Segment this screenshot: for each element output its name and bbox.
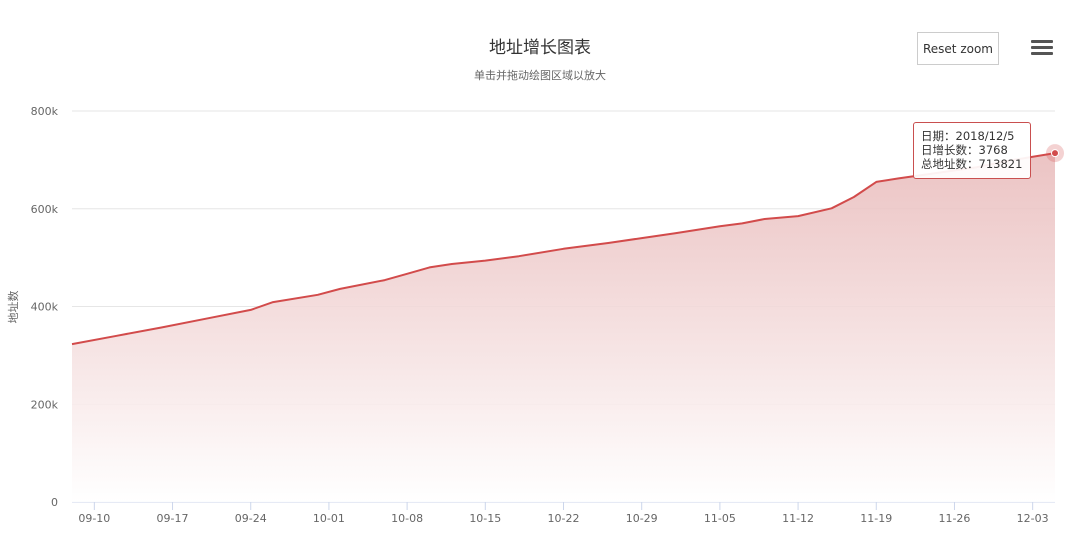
chart-container: 地址增长图表 单击并拖动绘图区域以放大 Reset zoom 0 200k 400k… (0, 0, 1080, 545)
highlighted-point[interactable] (1051, 149, 1059, 158)
y-tick-label: 400k (31, 301, 59, 314)
point-tooltip: 日期：2018/12/5 日增长数：3768 总地址数：713821 (913, 122, 1031, 179)
y-tick-label: 800k (31, 105, 59, 118)
x-tick-label: 09-10 (78, 512, 110, 525)
x-tick-label: 09-24 (235, 512, 267, 525)
x-tick-label: 11-05 (704, 512, 736, 525)
chart-svg[interactable]: 0 200k 400k 600k 800k 09-10 09-17 09-24 10-01 10-… (0, 0, 1080, 545)
x-tick-label: 12-03 (1017, 512, 1049, 525)
x-tick-label: 10-29 (626, 512, 658, 525)
tooltip-total: 总地址数：713821 (921, 157, 1023, 171)
x-tick-label: 09-17 (157, 512, 189, 525)
x-tick-label: 11-19 (860, 512, 892, 525)
tooltip-daily-growth: 日增长数：3768 (921, 143, 1008, 157)
y-tick-label: 0 (51, 496, 58, 509)
x-tick-label: 10-01 (313, 512, 345, 525)
x-tick-label: 10-22 (548, 512, 580, 525)
tooltip-date: 日期：2018/12/5 (921, 129, 1015, 143)
x-tick-label: 10-15 (469, 512, 501, 525)
y-axis-title: 地址数 (6, 291, 20, 324)
y-tick-label: 200k (31, 398, 59, 411)
x-tick-label: 11-26 (938, 512, 970, 525)
x-tick-label: 10-08 (391, 512, 423, 525)
y-tick-label: 600k (31, 203, 59, 216)
x-tick-label: 11-12 (782, 512, 814, 525)
series-area (72, 153, 1055, 502)
